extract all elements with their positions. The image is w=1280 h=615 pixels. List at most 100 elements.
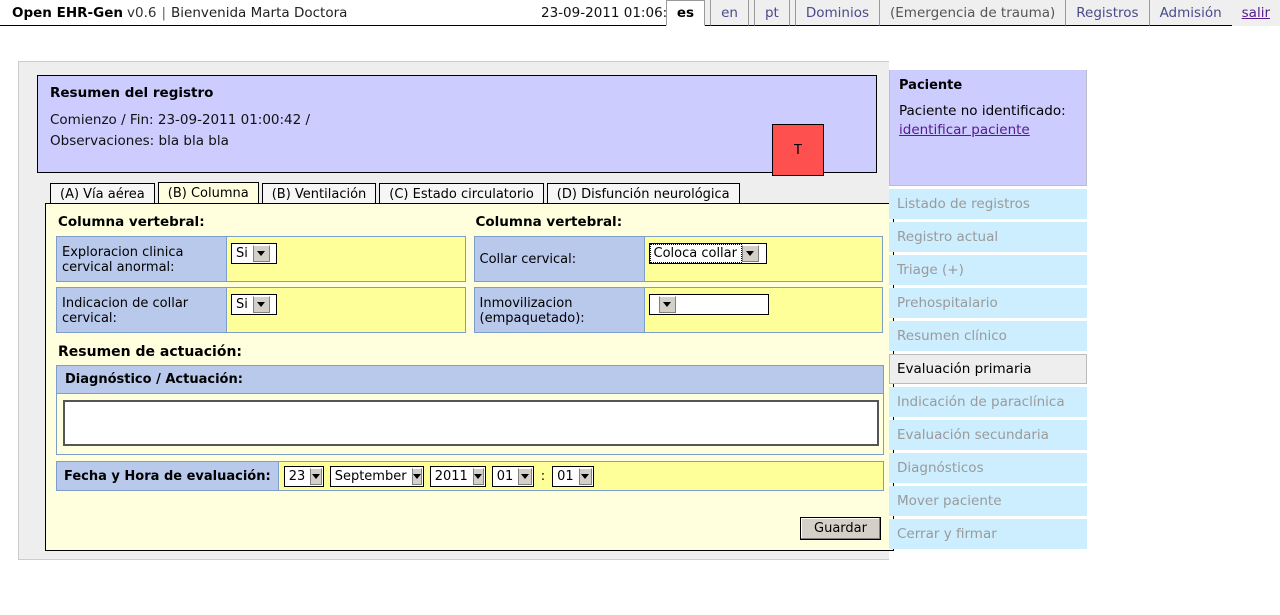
identify-patient-link-row: identificar paciente bbox=[899, 121, 1077, 140]
chevron-down-icon[interactable] bbox=[658, 296, 676, 313]
logout-link[interactable]: salir bbox=[1231, 0, 1280, 26]
sidebar-item-indicacion-paraclinica[interactable]: Indicación de paraclínica bbox=[889, 387, 1087, 417]
registros-link[interactable]: Registros bbox=[1065, 0, 1150, 26]
minute-select[interactable]: 01 bbox=[552, 465, 595, 487]
sidebar-item-evaluacion-secundaria[interactable]: Evaluación secundaria bbox=[889, 420, 1087, 450]
inmovilizacion-select-value bbox=[650, 295, 659, 314]
app-identity: Open EHR-Gen v0.6 | Bienvenida Marta Doc… bbox=[0, 0, 347, 25]
record-summary-box: Resumen del registro Comienzo / Fin: 23-… bbox=[37, 75, 877, 176]
identify-patient-link[interactable]: identificar paciente bbox=[899, 122, 1030, 138]
evaluation-datetime-label: Fecha y Hora de evaluación: bbox=[57, 462, 279, 490]
sidebar: Paciente Paciente no identificado: ident… bbox=[889, 70, 1087, 552]
indicacion-select-value: Si bbox=[236, 297, 248, 312]
month-select[interactable]: September bbox=[329, 465, 424, 487]
field-inmovilizacion-control bbox=[645, 288, 883, 332]
chevron-down-icon[interactable] bbox=[252, 296, 270, 313]
app-version: v0.6 bbox=[126, 4, 157, 21]
day-select[interactable]: 23 bbox=[283, 465, 324, 487]
trauma-badge-button[interactable]: T bbox=[772, 124, 824, 176]
tab-columna[interactable]: (B) Columna bbox=[157, 182, 259, 204]
top-bar: Open EHR-Gen v0.6 | Bienvenida Marta Doc… bbox=[0, 0, 1280, 26]
patient-panel: Paciente Paciente no identificado: ident… bbox=[889, 70, 1087, 186]
sidebar-item-diagnosticos[interactable]: Diagnósticos bbox=[889, 453, 1087, 483]
form-columns: Columna vertebral: Exploracion clinica c… bbox=[56, 212, 883, 338]
field-indicacion-control: Si bbox=[227, 288, 465, 332]
field-collar-control: Coloca collar bbox=[645, 237, 883, 281]
indicacion-select[interactable]: Si bbox=[231, 294, 277, 315]
chevron-down-icon[interactable] bbox=[518, 467, 532, 485]
diagnostico-textarea[interactable] bbox=[63, 400, 879, 446]
sidebar-item-registro-actual[interactable]: Registro actual bbox=[889, 222, 1087, 252]
save-button[interactable]: Guardar bbox=[800, 517, 881, 540]
field-indicacion-collar: Indicacion de collar cervical: Si bbox=[56, 287, 466, 333]
left-section-heading: Columna vertebral: bbox=[58, 214, 205, 230]
app-root: Open EHR-Gen v0.6 | Bienvenida Marta Doc… bbox=[0, 0, 1280, 615]
sidebar-nav: Listado de registros Registro actual Tri… bbox=[889, 189, 1087, 549]
form-column-right: Columna vertebral: Collar cervical: Colo… bbox=[473, 212, 883, 338]
form-column-left: Columna vertebral: Exploracion clinica c… bbox=[56, 212, 466, 338]
sidebar-item-resumen-clinico[interactable]: Resumen clínico bbox=[889, 321, 1087, 351]
current-datetime: 23-09-2011 01:06:07 bbox=[541, 5, 685, 21]
assessment-tabs: (A) Vía aérea (B) Columna (B) Ventilació… bbox=[50, 182, 743, 204]
current-domain-label: (Emergencia de trauma) bbox=[879, 0, 1067, 26]
month-select-value: September bbox=[334, 468, 407, 484]
minute-select-value: 01 bbox=[557, 468, 574, 484]
sidebar-item-mover-paciente[interactable]: Mover paciente bbox=[889, 486, 1087, 516]
tab-estado-circulatorio[interactable]: (C) Estado circulatorio bbox=[379, 183, 544, 204]
lang-pt-tab[interactable]: pt bbox=[753, 0, 790, 26]
tab-ventilacion[interactable]: (B) Ventilación bbox=[261, 183, 377, 204]
patient-panel-title: Paciente bbox=[899, 78, 963, 93]
lang-en-tab[interactable]: en bbox=[710, 0, 749, 26]
year-select[interactable]: 2011 bbox=[429, 465, 486, 487]
tab-panel-columna: Columna vertebral: Exploracion clinica c… bbox=[45, 203, 894, 551]
lang-es-tab[interactable]: es bbox=[665, 0, 706, 26]
time-separator: : bbox=[540, 468, 546, 484]
hour-select[interactable]: 01 bbox=[491, 465, 534, 487]
resumen-actuacion-heading: Resumen de actuación: bbox=[58, 344, 243, 360]
collar-select[interactable]: Coloca collar bbox=[648, 243, 767, 264]
field-exploracion-clinica: Exploracion clinica cervical anormal: Si bbox=[56, 236, 466, 282]
field-exploracion-label: Exploracion clinica cervical anormal: bbox=[57, 237, 227, 281]
dominios-link[interactable]: Dominios bbox=[794, 0, 881, 26]
app-brand: Open EHR-Gen bbox=[12, 4, 123, 21]
evaluation-datetime-controls: 23 September 2011 01: 01 bbox=[279, 465, 595, 487]
sidebar-item-listado-registros[interactable]: Listado de registros bbox=[889, 189, 1087, 219]
exploracion-select[interactable]: Si bbox=[231, 243, 277, 264]
sidebar-item-triage[interactable]: Triage (+) bbox=[889, 255, 1087, 285]
admision-link[interactable]: Admisión bbox=[1148, 0, 1233, 26]
record-summary-title: Resumen del registro bbox=[50, 85, 214, 101]
tab-disfuncion-neurologica[interactable]: (D) Disfunción neurológica bbox=[546, 183, 740, 204]
day-select-value: 23 bbox=[288, 468, 306, 484]
collar-select-value: Coloca collar bbox=[649, 244, 742, 263]
diagnostico-box: Diagnóstico / Actuación: bbox=[56, 365, 884, 455]
sidebar-item-cerrar-firmar[interactable]: Cerrar y firmar bbox=[889, 519, 1087, 549]
hour-select-value: 01 bbox=[496, 468, 514, 484]
sidebar-item-prehospitalario[interactable]: Prehospitalario bbox=[889, 288, 1087, 318]
exploracion-select-value: Si bbox=[236, 246, 248, 261]
record-summary-dates: Comienzo / Fin: 23-09-2011 01:00:42 / bbox=[50, 112, 311, 128]
chevron-down-icon[interactable] bbox=[472, 467, 484, 485]
inmovilizacion-select[interactable] bbox=[648, 294, 769, 315]
chevron-down-icon[interactable] bbox=[411, 467, 422, 485]
right-section-heading: Columna vertebral: bbox=[475, 214, 623, 230]
chevron-down-icon[interactable] bbox=[741, 245, 759, 262]
year-select-value: 2011 bbox=[434, 468, 468, 484]
patient-status-text: Paciente no identificado: bbox=[899, 103, 1066, 119]
diagnostico-body bbox=[57, 394, 883, 454]
welcome-message: Bienvenida Marta Doctora bbox=[171, 4, 348, 21]
chevron-down-icon[interactable] bbox=[252, 245, 270, 262]
record-summary-observations: Observaciones: bla bla bla bbox=[50, 133, 229, 149]
field-exploracion-control: Si bbox=[227, 237, 465, 281]
chevron-down-icon[interactable] bbox=[578, 467, 593, 485]
field-collar-label: Collar cervical: bbox=[474, 237, 645, 281]
top-bar-nav: es en pt Dominios (Emergencia de trauma)… bbox=[665, 0, 1280, 26]
page-body: Resumen del registro Comienzo / Fin: 23-… bbox=[0, 26, 1280, 560]
chevron-down-icon[interactable] bbox=[310, 467, 322, 485]
content-frame: Resumen del registro Comienzo / Fin: 23-… bbox=[18, 61, 894, 560]
logout-anchor[interactable]: salir bbox=[1242, 5, 1270, 21]
save-row: Guardar bbox=[800, 517, 881, 540]
identity-separator: | bbox=[161, 4, 167, 21]
evaluation-datetime-row: Fecha y Hora de evaluación: 23 September… bbox=[56, 461, 884, 491]
sidebar-item-evaluacion-primaria[interactable]: Evaluación primaria bbox=[889, 354, 1087, 384]
tab-via-aerea[interactable]: (A) Vía aérea bbox=[50, 183, 155, 204]
